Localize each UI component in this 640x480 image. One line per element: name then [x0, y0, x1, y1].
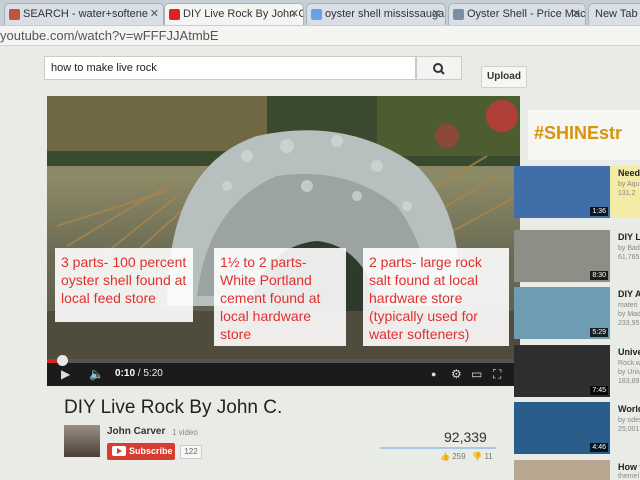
video-thumbnail: 5:29	[514, 287, 610, 339]
view-count: 92,339	[444, 429, 487, 445]
video-player[interactable]: 3 parts- 100 percent oyster shell found …	[47, 96, 520, 386]
tab-new[interactable]: New Tab	[588, 3, 640, 25]
dislike-count: 11	[484, 452, 493, 461]
thumbs-down-icon[interactable]: 👎	[472, 452, 482, 461]
player-controls: ▶ 🔈 0:10 / 5:20 ● ⚙ ▭ ⛶	[47, 355, 520, 386]
progress-bar[interactable]	[47, 355, 520, 366]
recommended-video[interactable]: 4:46 Worlds B by odesti25,001 vie	[514, 402, 640, 454]
video-thumbnail: 7:45	[514, 345, 610, 397]
video-duration: 4:46	[590, 443, 608, 452]
like-ratio-bar	[380, 447, 496, 449]
tab-label: oyster shell mississauga	[325, 8, 445, 20]
tab-label: New Tab	[595, 8, 638, 20]
tab-label: DIY Live Rock By John C	[183, 8, 304, 20]
theater-mode-icon[interactable]: ▭	[471, 367, 482, 381]
recommended-video[interactable]: 5:29 DIY Aq materiby Madi233,957	[514, 287, 640, 339]
url-text: youtube.com/watch?v=wFFFJJAtmbE	[0, 28, 219, 43]
google-favicon-icon	[311, 9, 322, 20]
close-icon[interactable]: ✕	[290, 7, 299, 20]
recommended-title: DIY Aq	[618, 289, 640, 299]
annotations-icon[interactable]: ●	[431, 369, 436, 379]
search-query: how to make live rock	[51, 62, 157, 74]
tab-label: SEARCH - water+softene	[23, 8, 149, 20]
subscribe-label: Subscribe	[129, 446, 173, 456]
recommended-title: DIY Li	[618, 232, 640, 242]
video-title: DIY Live Rock By John C.	[64, 397, 283, 418]
recommended-title: Worlds B	[618, 404, 640, 414]
time-display: 0:10 / 5:20	[115, 368, 163, 379]
page-favicon-icon	[453, 9, 464, 20]
video-thumbnail: 4:46	[514, 402, 610, 454]
subscribe-button[interactable]: Subscribe	[107, 443, 175, 460]
channel-video-count: 1 video	[172, 428, 198, 437]
promo-banner[interactable]: #SHINEstr	[528, 110, 640, 160]
browser-tab-bar: SEARCH - water+softene ✕ DIY Live Rock B…	[0, 0, 640, 26]
video-thumbnail	[514, 460, 610, 480]
ingredient-note-rock-salt: 2 parts- large rock salt found at local …	[363, 248, 509, 346]
recommended-title: Univers	[618, 347, 640, 357]
channel-name[interactable]: John Carver	[107, 426, 165, 437]
video-duration: 1:36	[590, 207, 608, 216]
video-duration: 5:29	[590, 328, 608, 337]
header-right	[530, 56, 640, 92]
ingredient-note-cement: 1½ to 2 parts- White Portland cement fou…	[214, 248, 346, 346]
search-icon	[433, 63, 445, 75]
thumbs-up-icon[interactable]: 👍	[440, 452, 450, 461]
tab-google[interactable]: oyster shell mississauga ✕	[306, 3, 446, 25]
like-count: 259	[452, 452, 466, 461]
play-icon[interactable]: ▶	[61, 367, 70, 381]
video-duration: 8:30	[590, 271, 608, 280]
recommended-meta: Rock.wby Univer183,893	[618, 360, 640, 385]
time-current: 0:10	[115, 368, 136, 379]
tab-search[interactable]: SEARCH - water+softene ✕	[4, 3, 164, 25]
gear-icon[interactable]: ⚙	[451, 367, 462, 381]
recommended-video[interactable]: How to m themel	[514, 460, 640, 480]
avatar[interactable]	[64, 425, 100, 457]
recommended-meta: materiby Madi233,957	[618, 302, 640, 327]
close-icon[interactable]: ✕	[432, 7, 441, 20]
progress-knob[interactable]	[56, 355, 68, 366]
recommended-meta: by odesti25,001 vie	[618, 417, 640, 433]
likes-row: 👍 259 👎 11	[440, 452, 493, 461]
time-total: 5:20	[143, 368, 163, 379]
recommended-meta: themel	[618, 473, 640, 480]
search-input[interactable]: how to make live rock	[44, 56, 416, 80]
search-favicon-icon	[9, 9, 20, 20]
recommended-video[interactable]: 7:45 Univers Rock.wby Univer183,893	[514, 345, 640, 397]
volume-icon[interactable]: 🔈	[89, 367, 104, 381]
video-thumbnail: 8:30	[514, 230, 610, 282]
ingredient-note-oyster-shell: 3 parts- 100 percent oyster shell found …	[55, 248, 193, 322]
recommended-meta: by Bada61,765	[618, 245, 640, 261]
search-button[interactable]	[416, 56, 462, 80]
recommended-video[interactable]: 8:30 DIY Li by Bada61,765	[514, 230, 640, 282]
close-icon[interactable]: ✕	[150, 7, 159, 20]
tab-label: Oyster Shell - Price Mach	[467, 8, 586, 20]
address-bar[interactable]: youtube.com/watch?v=wFFFJJAtmbE	[0, 26, 640, 46]
youtube-logo-icon	[112, 446, 126, 456]
youtube-favicon-icon	[169, 9, 180, 20]
subscriber-count: 122	[180, 445, 202, 459]
recommended-title: How to m	[618, 462, 640, 472]
video-duration: 7:45	[590, 386, 608, 395]
video-thumbnail: 1:36	[514, 166, 610, 218]
video-frame: 3 parts- 100 percent oyster shell found …	[47, 96, 520, 362]
close-icon[interactable]: ✕	[572, 7, 581, 20]
tab-price[interactable]: Oyster Shell - Price Mach ✕	[448, 3, 586, 25]
tab-youtube[interactable]: DIY Live Rock By John C ✕	[164, 3, 304, 25]
recommended-meta: by Aqu 131,2	[618, 181, 640, 197]
fullscreen-icon[interactable]: ⛶	[493, 367, 501, 382]
upload-button[interactable]: Upload	[481, 66, 527, 88]
recommended-video[interactable]: 1:36 Need by Aqu 131,2	[514, 166, 640, 218]
recommended-title: Need	[618, 168, 640, 178]
